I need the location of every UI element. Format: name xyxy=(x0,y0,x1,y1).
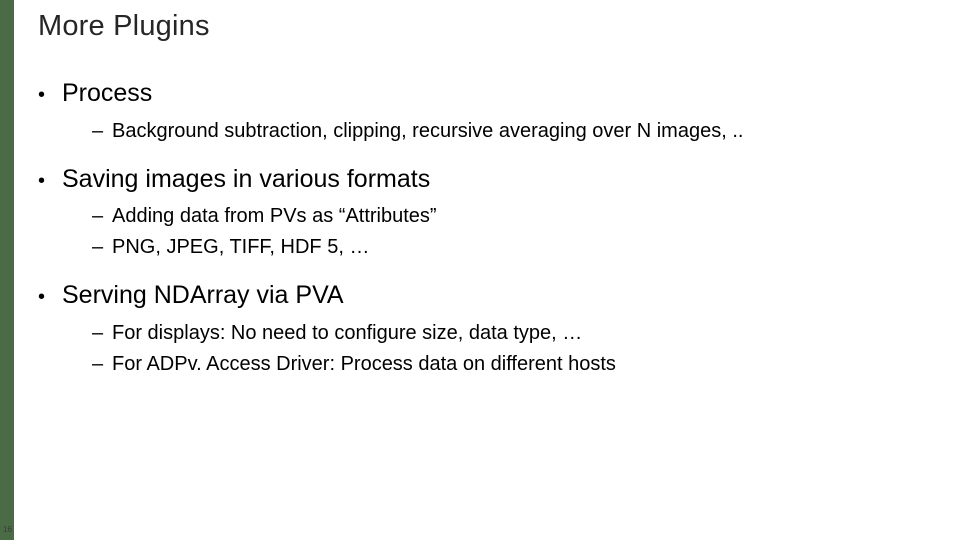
sub-list: – Adding data from PVs as “Attributes” –… xyxy=(92,203,940,261)
sub-bullet-text: Background subtraction, clipping, recurs… xyxy=(112,118,743,145)
bullet-list: • Process – Background subtraction, clip… xyxy=(38,77,940,378)
list-item: • Process – Background subtraction, clip… xyxy=(38,77,940,145)
list-item: – Adding data from PVs as “Attributes” xyxy=(92,203,940,230)
list-item: – Background subtraction, clipping, recu… xyxy=(92,118,940,145)
dash-icon: – xyxy=(92,120,112,143)
bullet-text: Serving NDArray via PVA xyxy=(62,279,344,312)
slide-content: More Plugins • Process – Background subt… xyxy=(38,10,940,520)
sidebar-accent xyxy=(0,0,14,540)
sub-bullet-text: PNG, JPEG, TIFF, HDF 5, … xyxy=(112,234,369,261)
list-item: – For displays: No need to configure siz… xyxy=(92,320,940,347)
bullet-icon: • xyxy=(38,171,62,191)
bullet-text: Process xyxy=(62,77,152,110)
sub-list: – For displays: No need to configure siz… xyxy=(92,320,940,378)
list-item: – For ADPv. Access Driver: Process data … xyxy=(92,351,940,378)
list-item: • Serving NDArray via PVA – For displays… xyxy=(38,279,940,378)
list-item: • Saving images in various formats – Add… xyxy=(38,163,940,262)
page-number: 16 xyxy=(3,525,12,534)
list-item: – PNG, JPEG, TIFF, HDF 5, … xyxy=(92,234,940,261)
bullet-text: Saving images in various formats xyxy=(62,163,430,196)
sub-bullet-text: Adding data from PVs as “Attributes” xyxy=(112,203,437,230)
sub-bullet-text: For ADPv. Access Driver: Process data on… xyxy=(112,351,616,378)
dash-icon: – xyxy=(92,322,112,345)
dash-icon: – xyxy=(92,205,112,228)
slide-title: More Plugins xyxy=(38,10,940,43)
dash-icon: – xyxy=(92,353,112,376)
sub-bullet-text: For displays: No need to configure size,… xyxy=(112,320,582,347)
bullet-icon: • xyxy=(38,85,62,105)
bullet-icon: • xyxy=(38,287,62,307)
sub-list: – Background subtraction, clipping, recu… xyxy=(92,118,940,145)
dash-icon: – xyxy=(92,236,112,259)
